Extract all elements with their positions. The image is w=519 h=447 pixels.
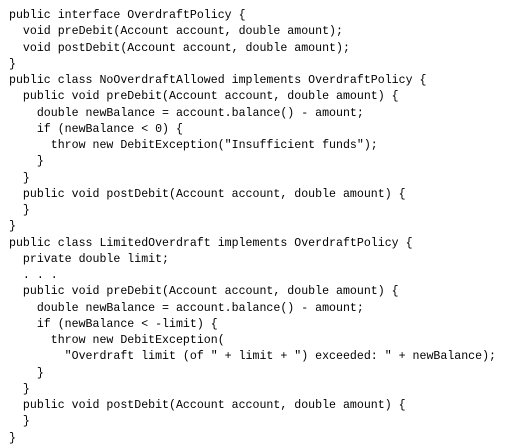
code-line: } [9, 415, 30, 429]
code-line: } [9, 366, 44, 380]
code-line: } [9, 382, 30, 396]
code-line: } [9, 57, 16, 71]
code-line: public void preDebit(Account account, do… [9, 285, 399, 299]
code-listing: public interface OverdraftPolicy { void … [9, 8, 514, 447]
code-line: public void preDebit(Account account, do… [9, 90, 399, 104]
code-line: private double limit; [9, 252, 170, 266]
code-line: } [9, 220, 16, 234]
code-line: if (newBalance < -limit) { [9, 317, 218, 331]
code-line: public void postDebit(Account account, d… [9, 187, 406, 201]
code-line: public class LimitedOverdraft implements… [9, 236, 413, 250]
code-line: public class NoOverdraftAllowed implemen… [9, 74, 427, 87]
code-line: if (newBalance < 0) { [9, 122, 183, 136]
code-line: } [9, 204, 30, 217]
code-line: double newBalance = account.balance() - … [9, 301, 364, 315]
code-line: public interface OverdraftPolicy { [9, 9, 246, 22]
code-line: . . . [9, 269, 58, 282]
code-line: void preDebit(Account account, double am… [9, 25, 343, 39]
code-line: void postDebit(Account account, double a… [9, 41, 350, 55]
code-line: throw new DebitException( [9, 334, 225, 347]
code-line: } [9, 171, 30, 185]
code-line: } [9, 431, 16, 445]
code-line: "Overdraft limit (of " + limit + ") exce… [9, 350, 497, 364]
code-line: throw new DebitException("Insufficient f… [9, 139, 378, 152]
code-line: double newBalance = account.balance() - … [9, 106, 364, 120]
code-line: } [9, 155, 44, 169]
code-line: public void postDebit(Account account, d… [9, 399, 406, 412]
